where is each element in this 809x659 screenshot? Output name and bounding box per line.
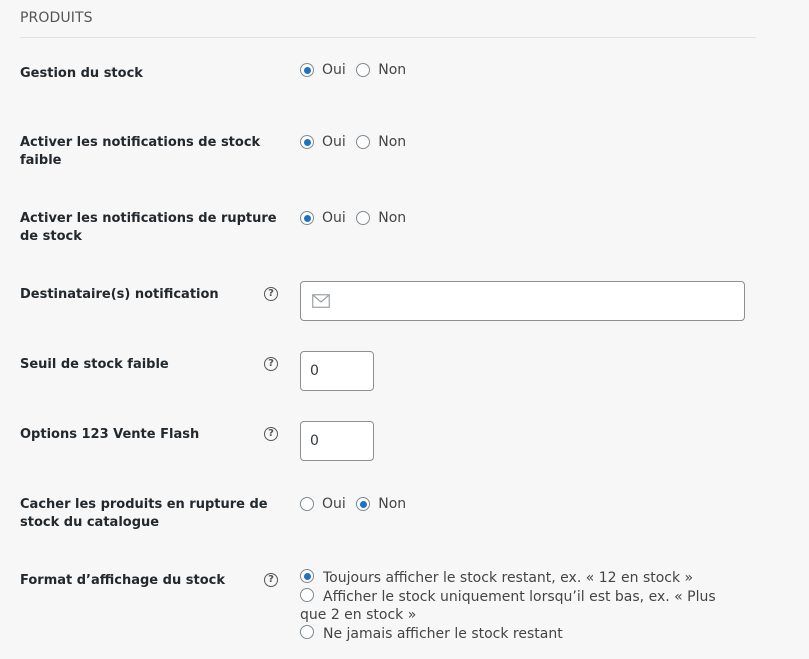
manage-stock-radio-group: Oui Non: [300, 61, 412, 82]
section-title: PRODUITS: [20, 10, 93, 26]
stock-format-always-radio[interactable]: [300, 569, 314, 583]
stock-display-format-label: Format d’affichage du stock: [20, 573, 225, 588]
out-of-stock-notify-no-radio[interactable]: [356, 211, 371, 225]
hide-out-of-stock-radio-group: Oui Non: [300, 495, 412, 516]
manage-stock-yes-label: Oui: [322, 62, 346, 78]
section-divider: [20, 37, 756, 38]
hide-out-of-stock-yes-option[interactable]: Oui: [300, 495, 346, 513]
low-stock-threshold-value: 0: [310, 363, 319, 379]
question-circle-icon[interactable]: ?: [264, 357, 278, 371]
manage-stock-yes-radio[interactable]: [300, 63, 314, 77]
low-stock-notify-no-option[interactable]: Non: [356, 133, 406, 151]
manage-stock-no-option[interactable]: Non: [356, 61, 406, 79]
stock-format-low-only-radio[interactable]: [300, 588, 314, 602]
low-stock-notify-no-radio[interactable]: [356, 135, 371, 149]
low-stock-notify-yes-radio[interactable]: [300, 135, 314, 149]
out-of-stock-notify-label: Activer les notifications de rupture de …: [20, 211, 277, 244]
flash-sale-options-input[interactable]: 0: [300, 421, 374, 461]
low-stock-notify-yes-label: Oui: [322, 134, 346, 150]
stock-format-never-label: Ne jamais afficher le stock restant: [323, 626, 563, 642]
notification-recipients-label: Destinataire(s) notification: [20, 287, 219, 302]
hide-out-of-stock-no-option[interactable]: Non: [356, 495, 406, 513]
stock-format-always-label: Toujours afficher le stock restant, ex. …: [323, 570, 694, 586]
low-stock-notify-yes-option[interactable]: Oui: [300, 133, 346, 151]
flash-sale-options-value: 0: [310, 433, 319, 449]
low-stock-notify-no-label: Non: [378, 134, 407, 150]
flash-sale-options-label: Options 123 Vente Flash: [20, 427, 200, 442]
stock-format-never-radio[interactable]: [300, 625, 314, 639]
out-of-stock-notify-radio-group: Oui Non: [300, 209, 412, 230]
stock-display-format-options: Toujours afficher le stock restant, ex. …: [300, 569, 740, 644]
hide-out-of-stock-yes-label: Oui: [322, 496, 346, 512]
manage-stock-no-label: Non: [378, 62, 407, 78]
out-of-stock-notify-yes-label: Oui: [322, 210, 346, 226]
stock-format-option-low-only[interactable]: Afficher le stock uniquement lorsqu’il e…: [300, 588, 740, 624]
hide-out-of-stock-yes-radio[interactable]: [300, 497, 314, 511]
out-of-stock-notify-yes-option[interactable]: Oui: [300, 209, 346, 227]
out-of-stock-notify-no-label: Non: [378, 210, 407, 226]
low-stock-notify-label: Activer les notifications de stock faibl…: [20, 135, 261, 168]
hide-out-of-stock-no-radio[interactable]: [356, 497, 371, 511]
notification-recipients-input[interactable]: [300, 281, 745, 321]
low-stock-threshold-input[interactable]: 0: [300, 351, 374, 391]
question-circle-icon[interactable]: ?: [264, 573, 278, 587]
manage-stock-yes-option[interactable]: Oui: [300, 61, 346, 79]
stock-format-low-only-label: Afficher le stock uniquement lorsqu’il e…: [300, 589, 716, 623]
hide-out-of-stock-no-label: Non: [378, 496, 407, 512]
out-of-stock-notify-yes-radio[interactable]: [300, 211, 314, 225]
hide-out-of-stock-label: Cacher les produits en rupture de stock …: [20, 497, 268, 530]
manage-stock-label: Gestion du stock: [20, 66, 143, 81]
stock-format-option-never[interactable]: Ne jamais afficher le stock restant: [300, 625, 740, 643]
low-stock-threshold-label: Seuil de stock faible: [20, 357, 169, 372]
manage-stock-no-radio[interactable]: [356, 63, 371, 77]
envelope-icon: [312, 294, 330, 308]
question-circle-icon[interactable]: ?: [264, 427, 278, 441]
out-of-stock-notify-no-option[interactable]: Non: [356, 209, 406, 227]
stock-format-option-always[interactable]: Toujours afficher le stock restant, ex. …: [300, 569, 740, 587]
question-circle-icon[interactable]: ?: [264, 287, 278, 301]
low-stock-notify-radio-group: Oui Non: [300, 133, 412, 154]
